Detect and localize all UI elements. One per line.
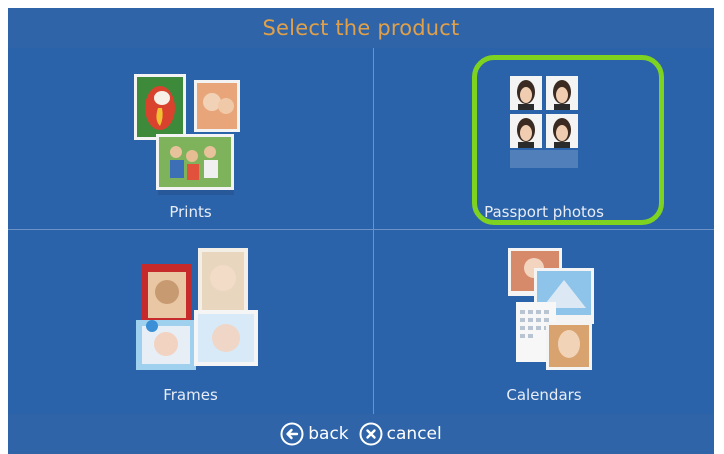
product-label-passport-photos: Passport photos — [484, 203, 604, 221]
cancel-button[interactable]: cancel — [359, 422, 442, 446]
product-label-frames: Frames — [163, 386, 218, 404]
back-arrow-icon — [280, 422, 304, 446]
close-icon — [359, 422, 383, 446]
kiosk-window: Select the product Prints Passport photo… — [8, 8, 714, 454]
product-tile-prints[interactable]: Prints — [8, 48, 373, 229]
product-label-prints: Prints — [169, 203, 212, 221]
product-tile-passport-photos[interactable]: Passport photos — [374, 48, 714, 229]
prints-collage-icon — [134, 74, 240, 195]
navigation-bar: back cancel — [8, 414, 714, 454]
product-grid: Prints Passport photos Frames Calendars — [8, 48, 714, 414]
back-label: back — [308, 424, 349, 444]
product-tile-calendars[interactable]: Calendars — [374, 230, 714, 414]
product-tile-frames[interactable]: Frames — [8, 230, 373, 414]
cancel-label: cancel — [386, 424, 442, 444]
page-title: Select the product — [262, 16, 460, 40]
frames-collage-icon — [136, 248, 258, 370]
product-label-calendars: Calendars — [506, 386, 582, 404]
passport-photos-icon — [510, 76, 578, 168]
back-button[interactable]: back — [280, 422, 349, 446]
page-title-bar: Select the product — [8, 8, 714, 48]
calendars-collage-icon — [508, 248, 594, 370]
